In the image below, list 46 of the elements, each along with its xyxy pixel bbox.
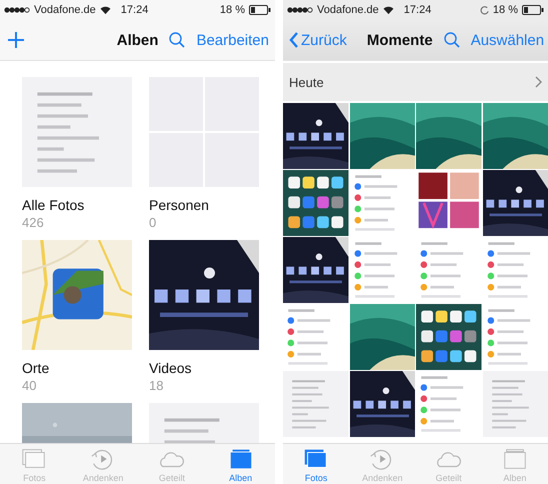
screen-title: Alben	[116, 32, 158, 48]
album-count: 426	[22, 215, 45, 230]
chevron-right-icon	[535, 76, 542, 88]
album-title[interactable]: Personen	[149, 197, 259, 213]
photos-icon	[304, 449, 327, 468]
search-icon	[442, 31, 461, 49]
carrier-name: Vodafone.de	[317, 4, 379, 16]
nav-action-button[interactable]: Auswählen	[470, 32, 544, 48]
add-button[interactable]	[6, 30, 26, 50]
album-title[interactable]: Alle Fotos	[22, 197, 132, 213]
albums-icon	[230, 449, 251, 468]
albums-icon	[504, 448, 526, 468]
clock-time: 17:24	[120, 4, 148, 16]
album-count: 0	[149, 215, 158, 230]
tab[interactable]: Alben	[206, 444, 275, 484]
carrier-name: Vodafone.de	[34, 4, 96, 16]
search-button[interactable]	[442, 31, 461, 49]
memories-icon	[92, 449, 112, 470]
album-count: 40	[22, 378, 38, 393]
clock-time: 17:24	[404, 4, 432, 16]
signal-icon	[4, 7, 30, 13]
album-count: 18	[149, 378, 164, 393]
section-title: Heute	[289, 74, 324, 90]
battery-percent: 18 %	[492, 4, 518, 16]
back-button[interactable]: Zurück	[289, 31, 347, 49]
tab[interactable]: Fotos	[283, 444, 350, 484]
album-title[interactable]: Videos	[149, 360, 259, 376]
battery-icon	[522, 5, 544, 15]
memories-icon	[370, 449, 392, 470]
plus-icon	[6, 30, 26, 50]
cloud-icon	[436, 452, 461, 467]
section-header[interactable]: Heute	[283, 63, 548, 101]
nav-action-button[interactable]: Bearbeiten	[196, 32, 269, 48]
search-button[interactable]	[168, 31, 186, 49]
album-title[interactable]: Orte	[22, 360, 132, 376]
rotation-lock-icon	[480, 6, 489, 14]
chevron-left-icon	[289, 31, 299, 49]
battery-percent: 18 %	[220, 4, 245, 16]
photos-icon	[22, 448, 46, 468]
wifi-icon	[382, 6, 394, 14]
battery-icon	[249, 5, 271, 15]
search-icon	[168, 31, 186, 49]
screen-title: Momente	[366, 32, 433, 48]
signal-icon	[287, 7, 313, 13]
wifi-icon	[100, 6, 111, 14]
cloud-icon	[160, 452, 184, 467]
